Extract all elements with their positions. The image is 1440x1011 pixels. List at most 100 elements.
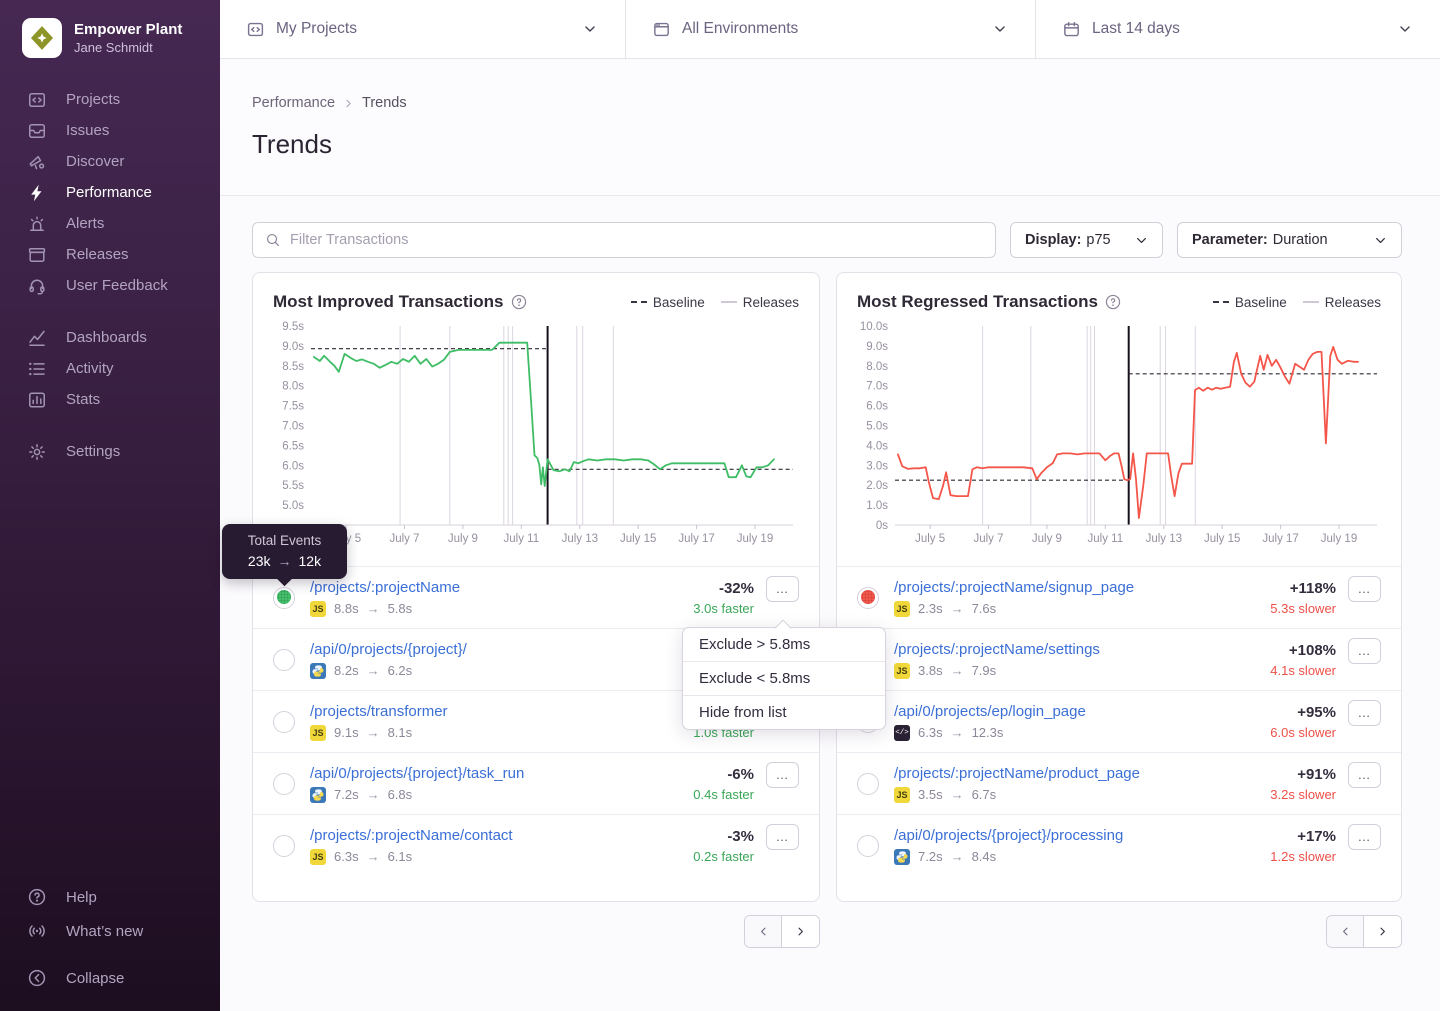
- sidebar-item-issues[interactable]: Issues: [0, 115, 220, 146]
- transaction-radio-selected[interactable]: [273, 587, 295, 609]
- svg-text:July 9: July 9: [1032, 533, 1062, 545]
- trend-percent: -6%: [727, 766, 754, 783]
- sidebar-item-releases[interactable]: Releases: [0, 239, 220, 270]
- breadcrumb-performance[interactable]: Performance: [252, 95, 335, 111]
- display-dropdown[interactable]: Display: p75: [1010, 222, 1163, 258]
- next-page-button[interactable]: [1364, 916, 1401, 947]
- transaction-link[interactable]: /api/0/projects/{project}/processing: [894, 827, 1270, 844]
- project-filter-dropdown[interactable]: My Projects: [220, 0, 625, 58]
- transaction-actions-button[interactable]: …: [766, 824, 799, 850]
- sidebar-footer: Help What’s new Collapse: [0, 880, 220, 995]
- transaction-actions-button[interactable]: …: [766, 576, 799, 602]
- breadcrumb-trends[interactable]: Trends: [362, 95, 407, 111]
- arrow-right-icon: →: [951, 725, 964, 740]
- svg-text:July 13: July 13: [1146, 533, 1182, 545]
- user-name: Jane Schmidt: [74, 39, 182, 56]
- transaction-radio[interactable]: [857, 773, 879, 795]
- trend-percent: +95%: [1297, 704, 1336, 721]
- sidebar-item-alerts[interactable]: Alerts: [0, 208, 220, 239]
- transaction-radio[interactable]: [273, 773, 295, 795]
- environment-filter-dropdown[interactable]: All Environments: [625, 0, 1035, 58]
- transaction-actions-button[interactable]: …: [766, 762, 799, 788]
- context-menu-item-exclude-5-8ms[interactable]: Exclude < 5.8ms: [683, 661, 885, 695]
- chevron-right-icon: [342, 97, 355, 110]
- context-menu-item-hide-from-list[interactable]: Hide from list: [683, 695, 885, 729]
- transaction-row: /api/0/projects/{project}/task_run7.2s→6…: [253, 752, 819, 814]
- svg-text:July 17: July 17: [678, 533, 714, 545]
- chevron-down-icon: [1372, 232, 1389, 249]
- legend-releases: Releases: [1303, 295, 1381, 310]
- transaction-link[interactable]: /projects/:projectName: [310, 579, 693, 596]
- transaction-actions-button[interactable]: …: [1348, 762, 1381, 788]
- sidebar-item-user-feedback[interactable]: User Feedback: [0, 270, 220, 301]
- duration-before: 2.3s: [918, 601, 943, 616]
- duration-after: 8.4s: [972, 849, 997, 864]
- parameter-dropdown[interactable]: Parameter: Duration: [1177, 222, 1402, 258]
- date-range-dropdown[interactable]: Last 14 days: [1035, 0, 1440, 58]
- trend-chart: July 5July 7July 9July 11July 13July 15J…: [265, 318, 813, 554]
- sidebar-item-performance[interactable]: Performance: [0, 177, 220, 208]
- question-icon[interactable]: [1105, 294, 1121, 310]
- sidebar-item-collapse[interactable]: Collapse: [0, 961, 220, 995]
- sidebar-item-projects[interactable]: Projects: [0, 84, 220, 115]
- svg-text:2.0s: 2.0s: [866, 480, 888, 492]
- duration-after: 6.8s: [388, 787, 413, 802]
- transaction-actions-button[interactable]: …: [1348, 700, 1381, 726]
- sidebar-item-discover[interactable]: Discover: [0, 146, 220, 177]
- sidebar-item-stats[interactable]: Stats: [0, 384, 220, 415]
- svg-text:July 7: July 7: [973, 533, 1003, 545]
- sidebar-item-label: Help: [66, 889, 97, 906]
- transaction-radio[interactable]: [273, 711, 295, 733]
- sidebar-item-settings[interactable]: Settings: [0, 436, 220, 467]
- chevron-down-icon: [1133, 232, 1150, 249]
- transaction-link[interactable]: /api/0/projects/{project}/task_run: [310, 765, 693, 782]
- performance-icon: [27, 183, 47, 203]
- trend-delta: 0.4s faster: [693, 787, 754, 802]
- transaction-radio[interactable]: [273, 649, 295, 671]
- projects-icon: [27, 90, 47, 110]
- transaction-link[interactable]: /projects/:projectName/product_page: [894, 765, 1270, 782]
- transaction-radio-selected[interactable]: [857, 587, 879, 609]
- filter-transactions-input[interactable]: [290, 232, 983, 248]
- projects-icon: [246, 20, 265, 39]
- org-switcher[interactable]: Empower Plant Jane Schmidt: [0, 0, 220, 58]
- transaction-actions-button[interactable]: …: [1348, 638, 1381, 664]
- search-icon: [265, 232, 281, 248]
- whats-new-icon: [27, 921, 47, 941]
- transaction-link[interactable]: /api/0/projects/ep/login_page: [894, 703, 1270, 720]
- transaction-link[interactable]: /projects/:projectName/signup_page: [894, 579, 1270, 596]
- trend-percent: +91%: [1297, 766, 1336, 783]
- previous-page-button[interactable]: [1327, 916, 1364, 947]
- transaction-row: /projects/:projectName/settingsJS3.8s→7.…: [837, 628, 1401, 690]
- stats-icon: [27, 390, 47, 410]
- project-filter-label: My Projects: [276, 20, 570, 38]
- chevron-down-icon: [1396, 20, 1414, 38]
- duration-after: 8.1s: [388, 725, 413, 740]
- sidebar-item-what-s-new[interactable]: What’s new: [0, 914, 220, 948]
- sidebar-item-activity[interactable]: Activity: [0, 353, 220, 384]
- javascript-icon: JS: [310, 849, 326, 865]
- sidebar-item-dashboards[interactable]: Dashboards: [0, 322, 220, 353]
- duration-after: 7.9s: [972, 663, 997, 678]
- page-header: Performance Trends Trends: [220, 59, 1440, 196]
- transaction-radio[interactable]: [857, 835, 879, 857]
- trend-chart: July 5July 7July 9July 11July 13July 15J…: [849, 318, 1395, 554]
- transaction-link[interactable]: /projects/:projectName/settings: [894, 641, 1270, 658]
- transaction-actions-button[interactable]: …: [1348, 576, 1381, 602]
- transaction-row: /projects/:projectName/signup_pageJS2.3s…: [837, 566, 1401, 628]
- javascript-icon: JS: [894, 787, 910, 803]
- environments-icon: [652, 20, 671, 39]
- transaction-link[interactable]: /projects/:projectName/contact: [310, 827, 693, 844]
- transaction-link[interactable]: /projects/transformer: [310, 703, 693, 720]
- context-menu-item-exclude-5-8ms[interactable]: Exclude > 5.8ms: [683, 628, 885, 661]
- next-page-button[interactable]: [782, 916, 819, 947]
- svg-text:3.0s: 3.0s: [866, 460, 888, 472]
- page-title: Trends: [252, 129, 332, 160]
- question-icon[interactable]: [511, 294, 527, 310]
- previous-page-button[interactable]: [745, 916, 782, 947]
- transaction-actions-button[interactable]: …: [1348, 824, 1381, 850]
- transaction-radio[interactable]: [273, 835, 295, 857]
- sidebar-item-help[interactable]: Help: [0, 880, 220, 914]
- arrow-right-icon: →: [951, 663, 964, 678]
- transaction-context-menu: Exclude > 5.8msExclude < 5.8msHide from …: [682, 627, 886, 730]
